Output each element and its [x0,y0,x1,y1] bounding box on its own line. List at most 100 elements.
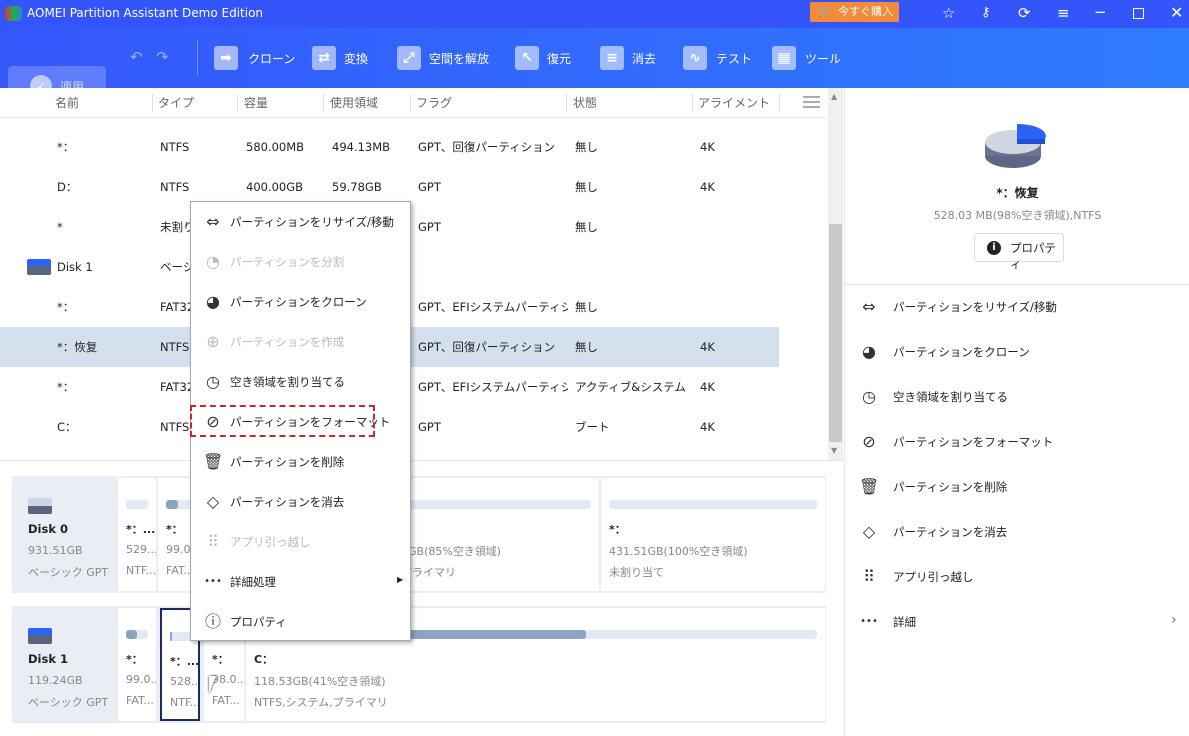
action-label: アプリ引っ越し [893,570,974,584]
usage-bar-fill [126,630,137,639]
table-cell: GPT、回復パーティション [418,140,556,154]
allocate-icon: ◷ [206,372,220,391]
partition-block[interactable]: *：... 529.... NTF... [118,478,156,591]
maximize-icon[interactable] [1133,8,1144,19]
column-header[interactable]: 使用領域 [330,88,378,118]
menu-item-app-move: ⠿ アプリ引っ越し [191,522,410,562]
clone-partition-icon: ◕ [206,292,220,311]
table-cell: 494.13MB [332,140,391,154]
disk-size: 119.24GB [28,674,83,687]
disk-icon [28,628,52,644]
table-cell: 4K [700,380,715,394]
toolbar-clone-button[interactable]: ➡ クローン [214,44,318,72]
restore-icon: ↖ [515,46,539,70]
action-format[interactable]: ⊘ パーティションをフォーマット [845,420,1189,465]
action-label: パーティションをクローン [893,345,1030,359]
table-cell [575,257,693,277]
table-cell: * [57,220,63,234]
column-header[interactable]: フラグ [416,88,452,118]
table-cell: Disk 1 [57,260,93,274]
menu-item-more[interactable]: ••• 詳細処理 ▶ [191,562,410,602]
properties-button[interactable]: i プロパティ [974,233,1064,271]
menu-item-label: パーティションをリサイズ/移動 [230,215,394,229]
menu-item-eraser[interactable]: ◇ パーティションを消去 [191,482,410,522]
table-scrollbar[interactable]: ▲ ▼ [828,88,843,460]
column-separator[interactable] [323,94,324,112]
menu-item-trash[interactable]: 🗑 パーティションを削除 [191,442,410,482]
panel-divider [0,460,844,461]
action-eraser[interactable]: ◇ パーティションを消去 [845,510,1189,555]
more-icon: ••• [860,616,878,627]
action-trash[interactable]: 🗑 パーティションを削除 [845,465,1189,510]
star-icon[interactable]: ☆ [942,4,955,22]
column-header[interactable]: 名前 [55,88,79,118]
table-cell: 無し [575,140,598,154]
table-cell: 4K [700,420,715,434]
partition-block[interactable]: *： 431.51GB(100%空き領域) 未割り当て [601,478,825,591]
table-cell: NTFS [160,140,190,154]
toolbar-test-button[interactable]: ∿ テスト [683,44,786,72]
eraser-icon: ◇ [206,492,220,511]
menu-item-clone-partition[interactable]: ◕ パーティションをクローン [191,282,410,322]
window-title: AOMEI Partition Assistant Demo Edition [27,6,264,20]
close-icon[interactable]: ✕ [1170,3,1183,22]
app-move-icon: ⠿ [207,532,219,551]
table-cell: 4K [700,340,715,354]
scrollbar-thumb[interactable] [829,224,842,442]
minimize-icon[interactable]: − [1094,3,1107,21]
toolbar-label: 空間を解放 [429,52,490,66]
table-cell: 無し [575,340,598,354]
trash-icon: 🗑 [859,477,880,496]
partition-name: *： [212,653,229,666]
menu-item-info[interactable]: ⓘ プロパティ [191,602,410,642]
column-separator[interactable] [152,94,153,112]
refresh-icon[interactable]: ⟳ [1018,4,1031,22]
column-separator[interactable] [779,94,780,112]
action-more[interactable]: ••• 詳細 › [845,600,1189,645]
column-header[interactable]: アライメント [698,88,770,118]
action-resize[interactable]: ⇔ パーティションをリサイズ/移動 [845,285,1189,330]
partition-size: 528.... [170,675,198,688]
format-icon: ⊘ [862,432,876,451]
column-separator[interactable] [410,94,411,112]
redo-icon[interactable]: ↷ [156,48,169,66]
action-clone-partition[interactable]: ◕ パーティションをクローン [845,330,1189,375]
partition-size: 0GB(85%空き領域) [401,545,502,558]
free-space-icon: ⤢ [397,46,421,70]
undo-icon[interactable]: ↶ [130,48,143,66]
action-label: 詳細 [893,615,916,629]
buy-now-button[interactable]: 🛒 今すぐ購入 [810,2,899,22]
partition-filesystem: FAT... [126,694,154,707]
table-cell [700,297,780,317]
column-separator[interactable] [692,94,693,112]
table-cell: NTFS [160,180,190,194]
resize-icon: ⇔ [206,212,220,231]
column-separator[interactable] [237,94,238,112]
partition-block[interactable]: *： 99.0... FAT... [118,608,156,721]
table-cell: 4K [700,180,715,194]
partition-size: 529.... [126,543,156,556]
column-header[interactable]: タイプ [158,88,194,118]
key-icon[interactable]: ⚷ [981,5,991,20]
column-header[interactable]: 状態 [573,88,597,118]
partition-name: *： [126,653,143,666]
menu-item-resize[interactable]: ⇔ パーティションをリサイズ/移動 [191,202,410,242]
disk-card[interactable]: Disk 0 931.51GB ベーシック GPT *：... 529.... NTF..… [12,476,826,593]
table-cell [418,257,568,277]
column-header[interactable]: 容量 [244,88,268,118]
toolbar-label: クローン [248,52,296,66]
partition-name: *：... [126,523,156,536]
partition-filesystem: FAT... [212,694,240,707]
menu-item-allocate[interactable]: ◷ 空き領域を割り当てる [191,362,410,402]
menu-icon[interactable]: ≡ [1057,4,1070,22]
toolbar-free-space-button[interactable]: ⤢ 空間を解放 [397,44,499,72]
toolbar-tools-button[interactable]: ▦ ツール [772,44,875,72]
action-allocate[interactable]: ◷ 空き領域を割り当てる [845,375,1189,420]
partition-size: 98.0... [212,673,244,686]
column-settings-icon[interactable] [803,96,820,108]
action-app-move[interactable]: ⠿ アプリ引っ越し [845,555,1189,600]
table-row[interactable]: *： NTFS 580.00MB 494.13MB GPT、回復パーティション 無し 4K [0,127,779,167]
disk-card[interactable]: Disk 1119.24GBベーシック GPT*：99.0...FAT...*：… [12,606,826,723]
partition-name: *：... [170,655,200,668]
column-separator[interactable] [566,94,567,112]
